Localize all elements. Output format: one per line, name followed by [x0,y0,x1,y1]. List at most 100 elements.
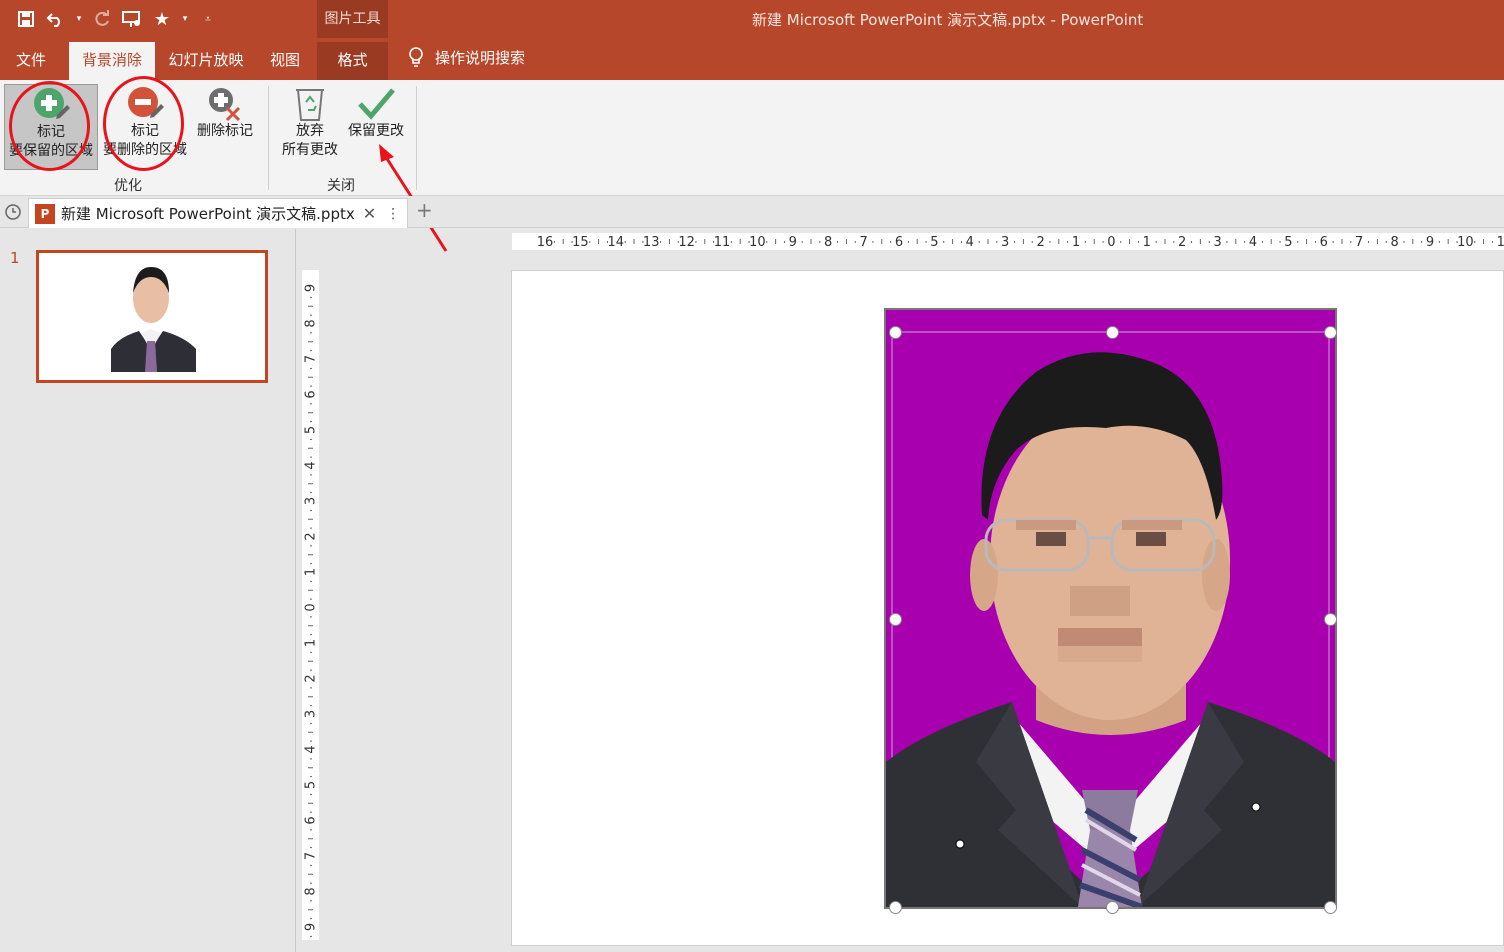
presentation-icon[interactable] [120,8,144,30]
undo-icon[interactable] [44,8,68,30]
ruler-tick-mark [916,239,918,244]
ruler-tick-mark [310,350,312,352]
tell-me-label: 操作说明搜索 [435,48,526,67]
resize-handle-top[interactable] [1106,326,1119,339]
lightbulb-icon [409,47,423,67]
tab-view[interactable]: 视图 [258,42,312,80]
quick-access-toolbar: ▾ ★ ▾ ⩡ [14,8,220,30]
ruler-tick-mark [1191,241,1193,243]
resize-handle-right[interactable] [1324,613,1337,626]
more-options-icon[interactable]: ⋮ [386,206,400,222]
tab-file[interactable]: 文件 [0,42,62,80]
ruler-tick-mark [598,239,600,244]
ruler-tick-mark [310,669,312,671]
ruler-tick-mark [310,403,312,405]
ruler-tick-mark [308,767,313,769]
ruler-tick-mark [1031,241,1033,243]
ruler-tick-mark [943,241,945,243]
tab-format[interactable]: 格式 [317,42,388,80]
ruler-tick-label: 8 [1390,235,1398,250]
ruler-tick-mark [308,838,313,840]
ruler-tick-mark [310,758,312,760]
ruler-tick-mark [310,509,312,511]
ruler-tick-label: 5 [930,235,938,250]
ruler-tick-label: 1 [1143,235,1151,250]
ruler-tick-mark [1314,241,1316,243]
ruler-tick-mark [660,241,662,243]
save-icon[interactable] [14,8,38,30]
slide-thumbnail[interactable] [36,250,268,383]
ruler-tick-mark [1412,239,1414,244]
resize-handle-top-left[interactable] [889,326,902,339]
portrait-photo[interactable] [884,308,1337,909]
ruler-tick-mark [310,634,312,636]
annotation-circle-remove [103,76,184,171]
ruler-tick-mark [553,241,555,243]
customize-icon[interactable]: ⩡ [196,8,220,30]
group-separator [268,86,269,190]
ruler-tick-mark [978,241,980,243]
ruler-tick-mark [1483,239,1485,244]
ruler-tick-mark [1332,241,1334,243]
ruler-tick-label: 7 [1355,235,1363,250]
resize-handle-bottom-left[interactable] [889,901,902,914]
ruler-tick-mark [310,296,312,298]
delete-mark-line1: 删除标记 [197,123,253,139]
ruler-tick-label: 11 [714,235,731,250]
ruler-tick-label: 3 [304,497,319,505]
tab-background-removal[interactable]: 背景消除 [69,42,155,80]
ruler-tick-mark [1226,241,1228,243]
resize-handle-top-right[interactable] [1324,326,1337,339]
ruler-tick-mark [1093,239,1095,244]
ruler-tick-label: 8 [824,235,832,250]
ruler-tick-label: 1 [304,568,319,576]
ruler-tick-mark [925,241,927,243]
discard-all-changes-button[interactable]: 放弃 所有更改 [277,84,343,170]
ruler-tick-mark [810,239,812,244]
tell-me-search[interactable]: 操作说明搜索 [407,46,525,68]
redo-icon[interactable] [90,8,114,30]
ruler-tick-mark [308,589,313,591]
star-dropdown-icon[interactable]: ▾ [180,8,190,30]
ruler-tick-mark [695,241,697,243]
ruler-tick-label: 12 [678,235,695,250]
ruler-tick-mark [308,660,313,662]
ruler-tick-label: 5 [304,781,319,789]
resize-handle-bottom[interactable] [1106,901,1119,914]
document-tab-strip: P 新建 Microsoft PowerPoint 演示文稿.pptx ✕ ⋮ … [0,196,1504,228]
ruler-tick-mark [310,935,312,937]
ruler-tick-mark [1350,241,1352,243]
ruler-tick-label: 10 [1457,235,1474,250]
close-icon[interactable]: ✕ [363,204,376,223]
slide-number: 1 [10,249,20,267]
ruler-tick-mark [308,412,313,414]
document-tab[interactable]: P 新建 Microsoft PowerPoint 演示文稿.pptx ✕ ⋮ [28,198,408,228]
ruler-tick-label: 6 [304,816,319,824]
ruler-tick-mark [1155,241,1157,243]
star-icon[interactable]: ★ [150,8,174,30]
ruler-tick-mark [1474,241,1476,243]
ruler-tick-label: 9 [1426,235,1434,250]
undo-dropdown-icon[interactable]: ▾ [74,8,84,30]
ruler-tick-label: 6 [1320,235,1328,250]
ruler-tick-mark [1102,241,1104,243]
keep-changes-line1: 保留更改 [348,123,404,139]
ruler-tick-mark [310,776,312,778]
ruler-tick-mark [872,241,874,243]
resize-handle-left[interactable] [889,613,902,626]
ruler-tick-mark [819,241,821,243]
new-tab-icon[interactable]: + [416,198,433,222]
ruler-tick-label: 16 [537,235,554,250]
ruler-tick-mark [308,376,313,378]
history-icon[interactable] [4,203,22,221]
ruler-tick-mark [310,616,312,618]
tab-slideshow[interactable]: 幻灯片放映 [160,42,252,80]
ruler-tick-mark [1306,239,1308,244]
ruler-tick-mark [308,625,313,627]
resize-handle-bottom-right[interactable] [1324,901,1337,914]
ribbon-tabs: 文件 背景消除 幻灯片放映 视图 [0,38,1504,80]
recycle-bin-icon [296,89,324,121]
ruler-tick-mark [1438,241,1440,243]
ruler-tick-mark [308,518,313,520]
delete-mark-button[interactable]: 删除标记 [192,84,258,170]
